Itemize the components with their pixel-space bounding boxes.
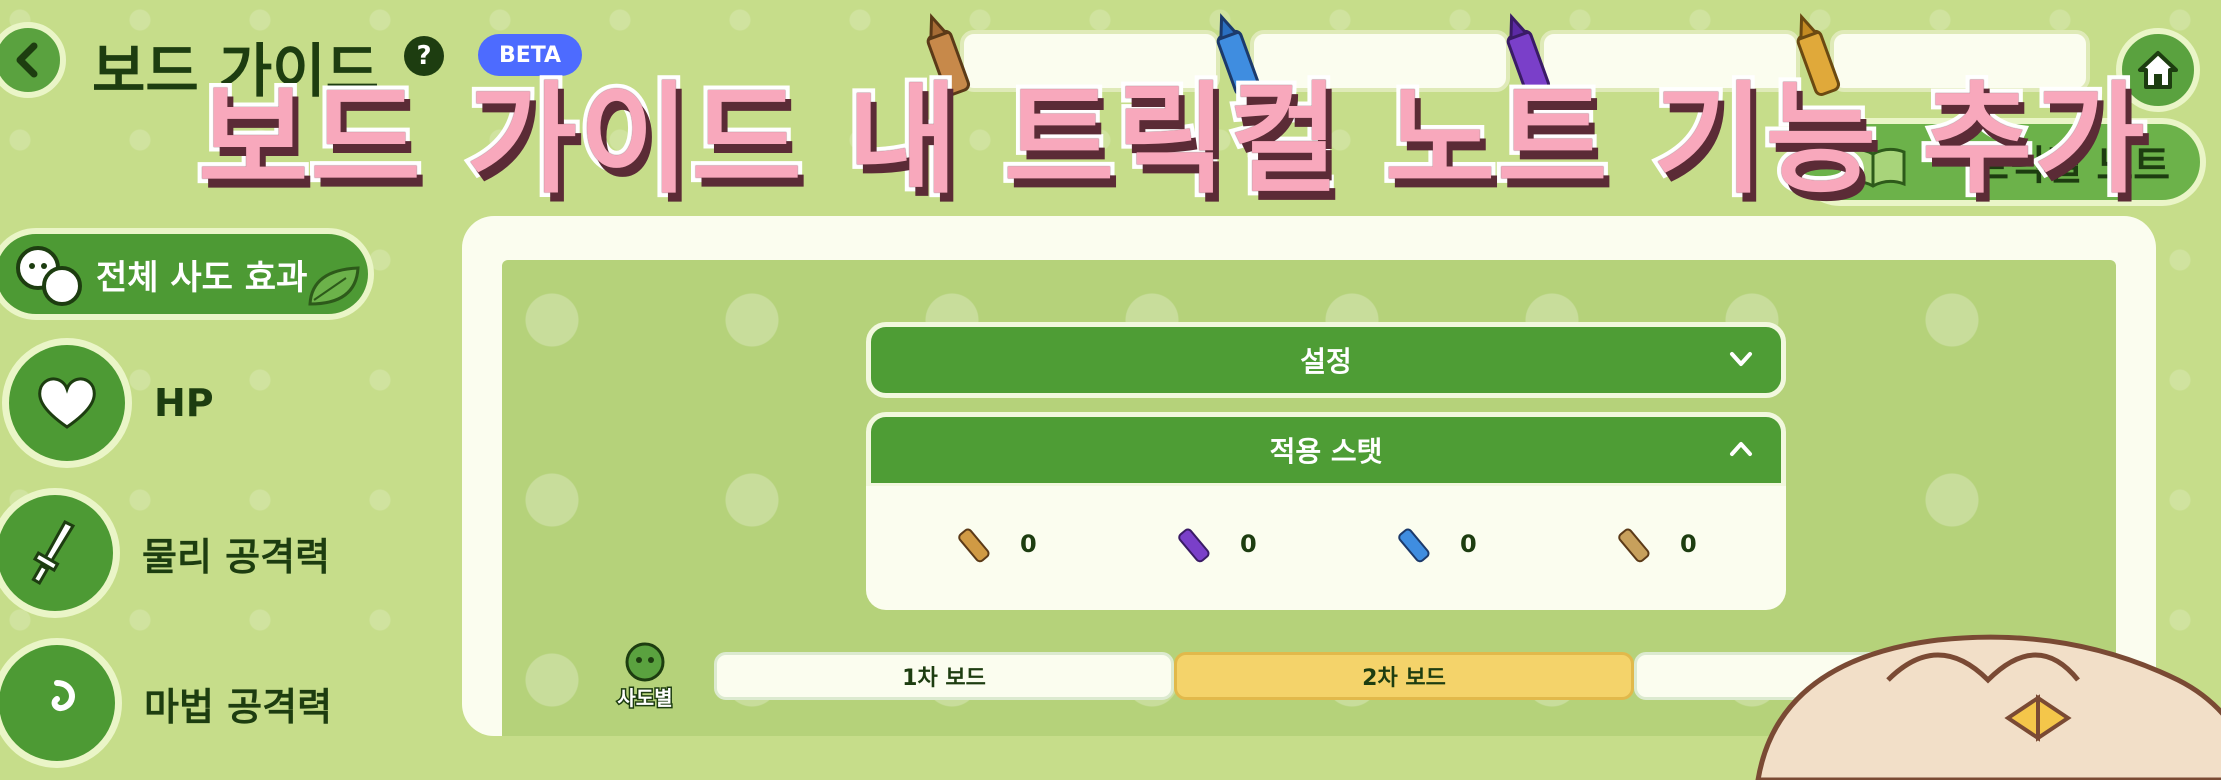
crayon-purple-icon bbox=[1178, 528, 1210, 563]
sidebar-item-label: 전체 사도 효과 bbox=[96, 257, 308, 298]
magic-icon bbox=[51, 680, 75, 711]
crayon-brown-icon bbox=[958, 528, 990, 563]
sword-icon bbox=[31, 520, 76, 585]
board-tab-1[interactable]: 1차 보드 bbox=[714, 652, 1174, 700]
chevron-up-icon bbox=[1727, 435, 1755, 471]
sidebar-item-physical-attack[interactable]: 물리 공격력 bbox=[0, 488, 330, 618]
sidebar-item-label: 마법 공격력 bbox=[144, 684, 333, 729]
overlay-caption: 보드 가이드 내 트릭컬 노트 기능 추가 bbox=[194, 67, 2150, 215]
stat-value: 0 bbox=[1680, 530, 1697, 558]
stat-crayon-brown: 0 bbox=[952, 522, 1037, 566]
stat-crayon-tan: 0 bbox=[1612, 522, 1697, 566]
sidebar-item-label: 물리 공격력 bbox=[142, 534, 331, 579]
applied-stats-accordion-header[interactable]: 적용 스탯 bbox=[866, 412, 1786, 488]
settings-label: 설정 bbox=[1300, 345, 1352, 378]
stat-crayon-purple: 0 bbox=[1172, 522, 1257, 566]
board-tab-2[interactable]: 2차 보드 bbox=[1174, 652, 1634, 700]
heart-icon bbox=[38, 377, 96, 429]
applied-stats-label: 적용 스탯 bbox=[1269, 435, 1383, 468]
stat-value: 0 bbox=[1020, 530, 1037, 558]
sidebar-icon-circle bbox=[0, 638, 122, 768]
leaf-icon bbox=[308, 266, 360, 306]
sidebar-item-label: HP bbox=[154, 381, 214, 425]
applied-stats-body: 0 0 0 0 bbox=[866, 486, 1786, 610]
stat-crayon-blue: 0 bbox=[1392, 522, 1477, 566]
by-sado-label: 사도별 bbox=[616, 685, 674, 712]
chevron-left-icon bbox=[16, 42, 38, 78]
by-sado-toggle[interactable]: 사도별 bbox=[590, 640, 700, 712]
stat-value: 0 bbox=[1460, 530, 1477, 558]
character-face-icon bbox=[625, 642, 665, 682]
sidebar-icon-circle bbox=[2, 338, 132, 468]
sidebar-icon-circle bbox=[0, 488, 120, 618]
sidebar-item-hp[interactable]: HP bbox=[2, 338, 214, 468]
characters-icon bbox=[16, 246, 82, 306]
sidebar-item-all-sado-effect[interactable]: 전체 사도 효과 bbox=[0, 228, 374, 320]
settings-accordion-header[interactable]: 설정 bbox=[866, 322, 1786, 398]
stat-value: 0 bbox=[1240, 530, 1257, 558]
crayon-tan-icon bbox=[1618, 528, 1650, 563]
sidebar-item-magic-attack[interactable]: 마법 공격력 bbox=[0, 638, 332, 768]
chevron-down-icon bbox=[1727, 345, 1755, 381]
crayon-blue-icon bbox=[1398, 528, 1430, 563]
character-illustration bbox=[1755, 634, 2221, 780]
